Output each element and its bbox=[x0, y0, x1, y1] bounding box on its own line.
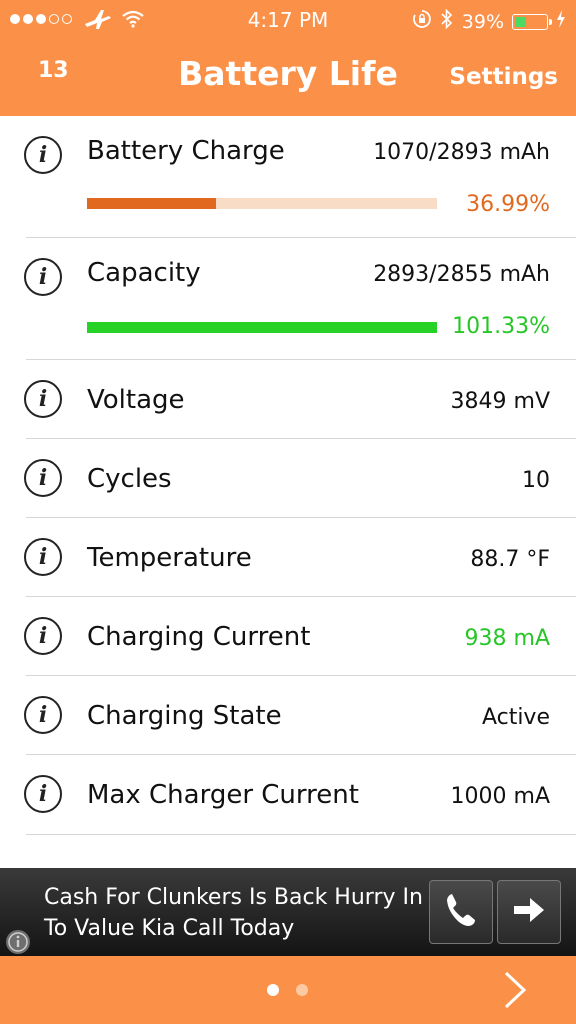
rotation-lock-icon bbox=[412, 9, 432, 34]
info-icon[interactable]: i bbox=[24, 136, 62, 174]
capacity-bar bbox=[87, 322, 437, 333]
row-voltage: i Voltage 3849 mV bbox=[0, 360, 576, 439]
ad-call-button[interactable] bbox=[429, 880, 493, 944]
row-value: 938 mA bbox=[464, 626, 550, 651]
info-icon[interactable]: i bbox=[24, 538, 62, 576]
row-value: 3849 mV bbox=[450, 389, 550, 414]
row-label: Battery Charge bbox=[87, 136, 285, 166]
row-value: 88.7 °F bbox=[470, 547, 550, 572]
row-value: 10 bbox=[522, 468, 550, 493]
capacity-bar-fill bbox=[87, 322, 437, 333]
settings-button[interactable]: Settings bbox=[449, 64, 558, 90]
divider bbox=[26, 834, 576, 835]
page-dot[interactable] bbox=[296, 984, 308, 996]
battery-charge-bar-fill bbox=[87, 198, 217, 209]
row-value: 1000 mA bbox=[450, 784, 550, 809]
ad-go-button[interactable] bbox=[497, 880, 561, 944]
row-temperature: i Temperature 88.7 °F bbox=[0, 518, 576, 597]
status-right: 39% bbox=[404, 8, 566, 35]
info-icon[interactable]: i bbox=[24, 258, 62, 296]
row-label: Charging Current bbox=[87, 622, 311, 652]
row-battery-charge: i Battery Charge 1070/2893 mAh 36.99% bbox=[0, 116, 576, 238]
row-charging-current: i Charging Current 938 mA bbox=[0, 597, 576, 676]
row-cycles: i Cycles 10 bbox=[0, 439, 576, 518]
battery-level-fill bbox=[515, 16, 527, 27]
charging-bolt-icon bbox=[556, 10, 566, 33]
ad-text[interactable]: Cash For Clunkers Is Back Hurry In To Va… bbox=[44, 882, 424, 944]
phone-icon bbox=[441, 890, 481, 934]
info-icon[interactable]: i bbox=[24, 617, 62, 655]
battery-life-screen: 4:17 PM 39% 13 Battery Life Settings i B… bbox=[0, 0, 576, 1024]
page-dot-active[interactable] bbox=[267, 984, 279, 996]
bluetooth-icon bbox=[440, 8, 454, 35]
ad-banner[interactable]: Cash For Clunkers Is Back Hurry In To Va… bbox=[0, 868, 576, 956]
arrow-right-icon bbox=[511, 895, 547, 929]
row-value: Active bbox=[481, 705, 550, 730]
row-charging-state: i Charging State Active bbox=[0, 676, 576, 755]
info-icon[interactable]: i bbox=[24, 696, 62, 734]
row-capacity: i Capacity 2893/2855 mAh 101.33% bbox=[0, 238, 576, 360]
row-percent: 101.33% bbox=[452, 314, 550, 339]
row-percent: 36.99% bbox=[466, 192, 550, 217]
row-label: Temperature bbox=[87, 543, 252, 573]
info-icon[interactable]: i bbox=[24, 775, 62, 813]
header: 4:17 PM 39% 13 Battery Life Settings bbox=[0, 0, 576, 116]
info-icon[interactable]: i bbox=[24, 380, 62, 418]
footer-bar bbox=[0, 956, 576, 1024]
battery-percent: 39% bbox=[461, 10, 504, 33]
row-label: Max Charger Current bbox=[87, 780, 359, 810]
status-bar: 4:17 PM 39% bbox=[0, 0, 576, 40]
row-max-charger-current: i Max Charger Current 1000 mA bbox=[0, 755, 576, 835]
next-chevron-icon[interactable] bbox=[502, 970, 528, 1014]
row-label: Voltage bbox=[87, 385, 185, 415]
ad-info-icon[interactable] bbox=[4, 928, 32, 956]
battery-icon bbox=[512, 13, 552, 30]
row-value: 1070/2893 mAh bbox=[373, 140, 550, 165]
info-icon[interactable]: i bbox=[24, 459, 62, 497]
row-value: 2893/2855 mAh bbox=[373, 262, 550, 287]
row-label: Cycles bbox=[87, 464, 172, 494]
row-label: Charging State bbox=[87, 701, 282, 731]
row-label: Capacity bbox=[87, 258, 201, 288]
battery-charge-bar bbox=[87, 198, 437, 209]
